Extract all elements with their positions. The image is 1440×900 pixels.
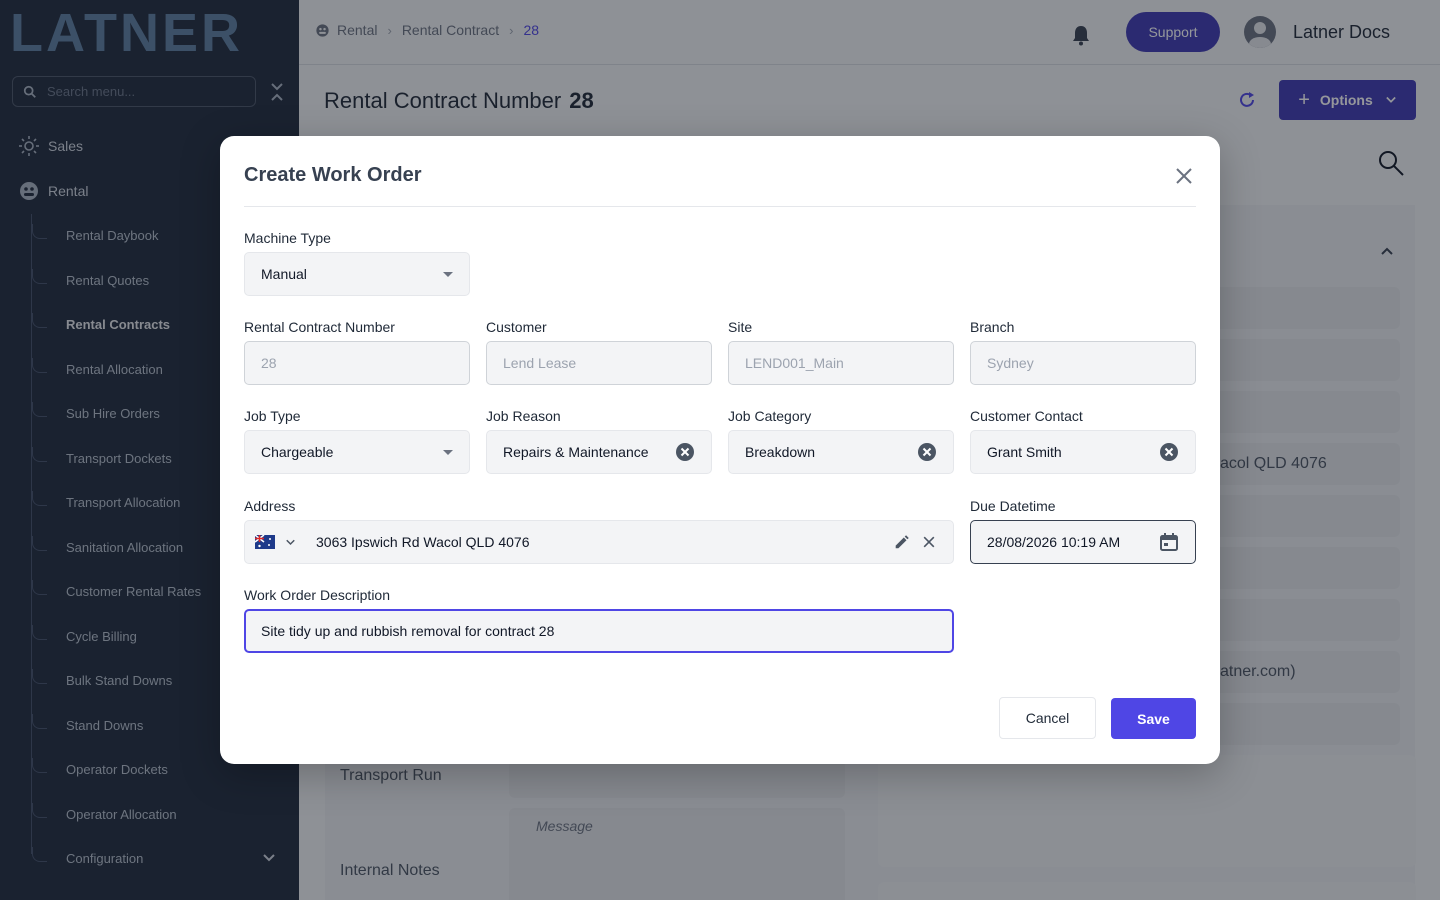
customer-field: Lend Lease [486, 341, 712, 385]
job-category-value: Breakdown [745, 444, 816, 460]
site-field: LEND001_Main [728, 341, 954, 385]
rental-contract-number-label: Rental Contract Number [244, 319, 395, 335]
close-icon[interactable] [1174, 166, 1194, 186]
job-type-label: Job Type [244, 408, 301, 424]
clear-circle-icon[interactable] [675, 442, 695, 462]
job-category-select[interactable]: Breakdown [728, 430, 954, 474]
due-datetime-label: Due Datetime [970, 498, 1056, 514]
edit-pencil-icon[interactable] [893, 533, 911, 551]
machine-type-select[interactable]: Manual [244, 252, 470, 296]
job-reason-label: Job Reason [486, 408, 561, 424]
branch-value: Sydney [987, 355, 1034, 371]
clear-icon[interactable] [921, 534, 937, 550]
customer-contact-select[interactable]: Grant Smith [970, 430, 1196, 474]
job-category-label: Job Category [728, 408, 812, 424]
customer-label: Customer [486, 319, 547, 335]
job-type-value: Chargeable [261, 444, 334, 460]
branch-label: Branch [970, 319, 1015, 335]
customer-contact-label: Customer Contact [970, 408, 1083, 424]
chevron-down-icon[interactable] [285, 538, 296, 547]
rental-contract-number-value: 28 [261, 355, 277, 371]
work-order-description-value: Site tidy up and rubbish removal for con… [261, 623, 555, 639]
address-value: 3063 Ipswich Rd Wacol QLD 4076 [316, 534, 530, 550]
customer-value: Lend Lease [503, 355, 577, 371]
due-datetime-value: 28/08/2026 10:19 AM [987, 534, 1121, 550]
work-order-description-input[interactable]: Site tidy up and rubbish removal for con… [244, 609, 954, 653]
due-datetime-field[interactable]: 28/08/2026 10:19 AM [970, 520, 1196, 564]
site-label: Site [728, 319, 753, 335]
address-field[interactable]: 3063 Ipswich Rd Wacol QLD 4076 [244, 520, 954, 564]
clear-circle-icon[interactable] [1159, 442, 1179, 462]
cancel-button[interactable]: Cancel [999, 697, 1096, 739]
branch-field: Sydney [970, 341, 1196, 385]
job-reason-value: Repairs & Maintenance [503, 444, 649, 460]
clear-circle-icon[interactable] [917, 442, 937, 462]
save-button[interactable]: Save [1111, 698, 1196, 739]
create-work-order-dialog: Create Work Order Machine Type Manual Re… [220, 136, 1220, 764]
work-order-description-label: Work Order Description [244, 587, 391, 603]
customer-contact-value: Grant Smith [987, 444, 1062, 460]
calendar-icon[interactable] [1159, 532, 1179, 552]
site-value: LEND001_Main [745, 355, 844, 371]
address-label: Address [244, 498, 296, 514]
job-reason-select[interactable]: Repairs & Maintenance [486, 430, 712, 474]
machine-type-label: Machine Type [244, 230, 331, 246]
job-type-select[interactable]: Chargeable [244, 430, 470, 474]
dropdown-caret-icon [443, 271, 453, 277]
rental-contract-number-field: 28 [244, 341, 470, 385]
australia-flag-icon[interactable] [255, 535, 275, 549]
divider [244, 206, 1196, 207]
machine-type-value: Manual [261, 266, 307, 282]
dialog-title: Create Work Order [244, 164, 422, 186]
dropdown-caret-icon [443, 449, 453, 455]
